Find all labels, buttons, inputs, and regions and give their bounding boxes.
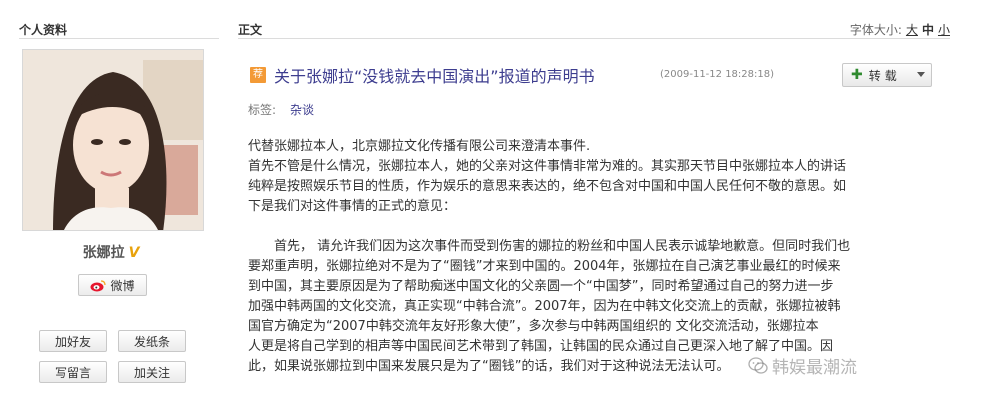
article-line: 首先不管是什么情况，张娜拉本人，她的父亲对这件事情非常为难的。其实那天节目中张娜…	[248, 159, 847, 174]
article-line: 国官方确定为“2007中韩交流年友好形象大使”，多次参与中韩两国组织的 文化交流…	[248, 319, 819, 334]
recommend-badge: 荐	[250, 67, 266, 83]
font-size-control: 字体大小: 大中小	[850, 21, 950, 38]
plus-icon: ✚	[851, 67, 863, 83]
profile-section-title: 个人资料	[19, 23, 68, 37]
send-note-button[interactable]: 发纸条	[118, 330, 186, 352]
repost-button[interactable]: ✚ 转载	[842, 63, 932, 87]
tag-link[interactable]: 杂谈	[290, 103, 314, 117]
article-line: 此，如果说张娜拉到中国来发展只是为了“圈钱”的话，我们对于这种说法无法认可。	[248, 359, 730, 374]
tags-label: 标签:	[248, 103, 277, 117]
article-line: 到中国，其主要原因是为了帮助痴迷中国文化的父亲圆一个“中国梦”，同时希望通过自己…	[248, 279, 834, 294]
profile-name[interactable]: 张娜拉	[83, 245, 125, 261]
font-size-large-link[interactable]: 大	[906, 23, 918, 37]
article-line: 人更是将自己学到的相声等中国民间艺术带到了韩国，让韩国的民众通过自己更深入地了解…	[248, 339, 834, 354]
weibo-label: 微博	[110, 278, 135, 293]
main-divider	[238, 38, 950, 39]
article-date: (2009-11-12 18:28:18)	[660, 69, 775, 80]
article-main: 正文 字体大小: 大中小 荐 关于张娜拉“没钱就去中国演出”报道的声明书 (200…	[238, 0, 984, 406]
weibo-button[interactable]: 微博	[78, 274, 147, 296]
font-size-medium-link[interactable]: 中	[922, 23, 934, 37]
article-line	[248, 217, 948, 237]
main-section-title: 正文	[238, 23, 263, 37]
follow-button[interactable]: 加关注	[118, 361, 186, 383]
article-title: 关于张娜拉“没钱就去中国演出”报道的声明书	[274, 67, 595, 86]
profile-photo[interactable]	[22, 49, 204, 231]
weibo-icon	[90, 279, 107, 291]
article-line: 要郑重声明，张娜拉绝对不是为了“圈钱”才来到中国的。2004年，张娜拉在自己演艺…	[248, 259, 841, 274]
article-line: 首先， 请允许我们因为这次事件而受到伤害的娜拉的粉丝和中国人民表示诚挚地歉意。但…	[248, 239, 851, 254]
add-friend-button[interactable]: 加好友	[39, 330, 107, 352]
font-size-label: 字体大小:	[849, 23, 902, 37]
article-line: 代替张娜拉本人，北京娜拉文化传播有限公司来澄清本事件.	[248, 139, 591, 154]
profile-name-row: 张娜拉 V	[0, 242, 222, 262]
article-line: 下是我们对这件事情的正式的意见：	[248, 199, 457, 214]
tags-row: 标签: 杂谈	[248, 101, 314, 118]
article-body: 代替张娜拉本人，北京娜拉文化传播有限公司来澄清本事件. 首先不管是什么情况，张娜拉…	[248, 137, 948, 377]
article-line: 纯粹是按照娱乐节目的性质，作为娱乐的意思来表达的，绝不包含对中国和中国人民任何不…	[248, 179, 847, 194]
font-size-small-link[interactable]: 小	[938, 23, 950, 37]
repost-label: 转载	[868, 68, 901, 83]
article-line: 加强中韩两国的文化交流，真正实现“中韩合流”。2007年，因为在中韩文化交流上的…	[248, 299, 841, 314]
verified-icon: V	[128, 245, 140, 261]
chevron-down-icon[interactable]	[917, 72, 925, 77]
profile-sidebar: 个人资料 张娜拉 V 微博 加好友 发纸条 写留言 加关注	[0, 0, 222, 406]
write-message-button[interactable]: 写留言	[39, 361, 107, 383]
profile-divider	[19, 38, 219, 39]
